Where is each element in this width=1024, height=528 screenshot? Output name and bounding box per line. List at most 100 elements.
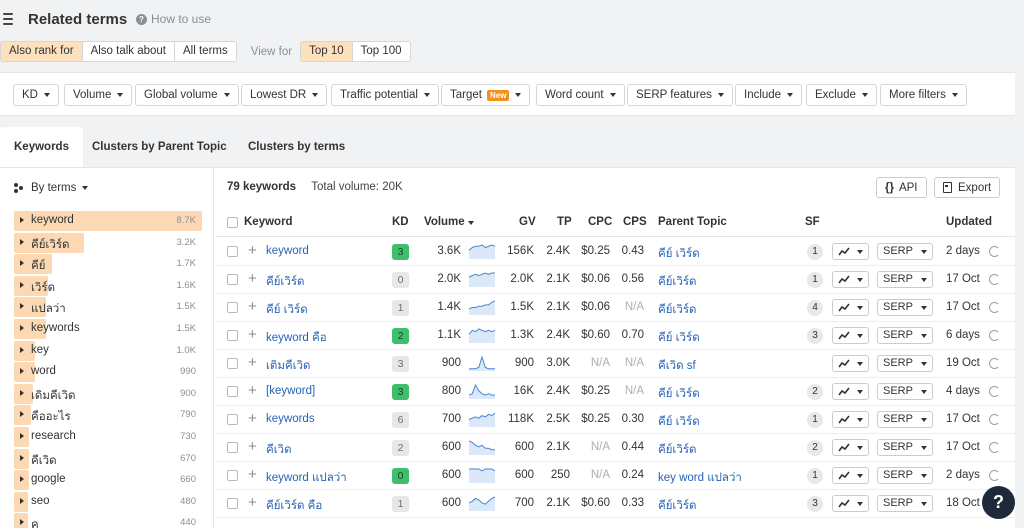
row-checkbox[interactable] [227,358,238,369]
parent-topic-link[interactable]: คีเวิด sf [658,357,696,375]
serp-dropdown[interactable]: SERP [877,439,933,456]
trend-dropdown[interactable] [832,299,869,316]
add-to-list-icon[interactable]: + [248,355,257,370]
serp-dropdown[interactable]: SERP [877,383,933,400]
sidebar-term-item[interactable]: เวิร์ด 1.6K [14,275,202,296]
parent-topic-link[interactable]: คีย์ เวิร์ด [658,413,700,431]
expand-icon[interactable] [20,389,24,396]
kd-filter[interactable]: KD [13,84,59,106]
keyword-link[interactable]: คีย์ เวิร์ด [266,301,308,319]
refresh-icon[interactable] [989,358,1000,369]
keyword-link[interactable]: keyword คือ [266,329,327,347]
serp-dropdown[interactable]: SERP [877,243,933,260]
add-to-list-icon[interactable]: + [248,299,257,314]
sidebar-term-item[interactable]: ค 440 [14,513,202,528]
parent-topic-link[interactable]: key word แปลว่า [658,469,742,487]
row-checkbox[interactable] [227,274,238,285]
sidebar-term-item[interactable]: คีย์ 1.7K [14,254,202,275]
keyword-link[interactable]: คีย์เวิร์ด [266,273,304,291]
menu-icon[interactable] [3,13,13,25]
refresh-icon[interactable] [989,246,1000,257]
sidebar-term-item[interactable]: seo 480 [14,491,202,512]
traffic-potential-filter[interactable]: Traffic potential [331,84,439,106]
serp-features-filter[interactable]: SERP features [627,84,733,106]
word-count-filter[interactable]: Word count [536,84,625,106]
keyword-link[interactable]: คีเวิด [266,441,292,459]
refresh-icon[interactable] [989,274,1000,285]
row-checkbox[interactable] [227,302,238,313]
sidebar-term-item[interactable]: key 1.0K [14,340,202,361]
expand-icon[interactable] [20,325,24,331]
parent-topic-link[interactable]: คีย์เวิร์ด [658,301,696,319]
add-to-list-icon[interactable]: + [248,327,257,342]
expand-icon[interactable] [20,217,24,223]
how-to-use-link[interactable]: ? How to use [136,12,211,26]
serp-dropdown[interactable]: SERP [877,271,933,288]
tab-clusters-terms[interactable]: Clusters by terms [248,127,345,167]
trend-dropdown[interactable] [832,355,869,372]
export-button[interactable]: Export [934,177,1001,198]
row-checkbox[interactable] [227,330,238,341]
trend-dropdown[interactable] [832,383,869,400]
serp-features-count[interactable]: 1 [807,272,823,288]
expand-icon[interactable] [20,411,24,418]
add-to-list-icon[interactable]: + [248,383,257,398]
expand-icon[interactable] [20,281,24,288]
trend-dropdown[interactable] [832,495,869,512]
by-terms-dropdown[interactable]: By terms [14,182,89,194]
col-gv[interactable]: GV [519,216,536,228]
add-to-list-icon[interactable]: + [248,439,257,454]
col-cpc[interactable]: CPC [588,216,612,228]
sidebar-term-item[interactable]: keywords 1.5K [14,319,202,339]
tab-keywords[interactable]: Keywords [0,127,83,167]
keyword-link[interactable]: เติมคีเวิด [266,357,311,375]
serp-dropdown[interactable]: SERP [877,467,933,484]
expand-icon[interactable] [20,519,24,526]
refresh-icon[interactable] [989,414,1000,425]
expand-icon[interactable] [20,497,24,504]
serp-dropdown[interactable]: SERP [877,299,933,316]
mode-also-talk-about[interactable]: Also talk about [83,42,175,61]
expand-icon[interactable] [20,433,24,439]
trend-dropdown[interactable] [832,411,869,428]
include-filter[interactable]: Include [735,84,803,106]
trend-dropdown[interactable] [832,271,869,288]
serp-features-count[interactable]: 1 [807,468,823,484]
lowest-dr-filter[interactable]: Lowest DR [241,84,328,106]
keyword-link[interactable]: คีย์เวิร์ด คือ [266,497,322,515]
global-volume-filter[interactable]: Global volume [135,84,239,106]
sidebar-term-item[interactable]: keyword 8.7K [14,211,202,231]
col-parent-topic[interactable]: Parent Topic [658,216,727,228]
trend-dropdown[interactable] [832,243,869,260]
add-to-list-icon[interactable]: + [248,495,257,510]
keyword-link[interactable]: keywords [266,413,315,425]
volume-filter[interactable]: Volume [64,84,133,106]
select-all-checkbox[interactable] [227,217,238,228]
trend-dropdown[interactable] [832,439,869,456]
refresh-icon[interactable] [989,330,1000,341]
col-kd[interactable]: KD [392,216,409,228]
add-to-list-icon[interactable]: + [248,467,257,482]
sidebar-term-item[interactable]: word 990 [14,362,202,383]
help-button[interactable]: ? [982,486,1015,519]
serp-features-count[interactable]: 1 [807,244,823,260]
row-checkbox[interactable] [227,386,238,397]
refresh-icon[interactable] [989,386,1000,397]
col-cps[interactable]: CPS [623,216,647,228]
trend-dropdown[interactable] [832,467,869,484]
mode-also-rank-for[interactable]: Also rank for [1,42,83,61]
sidebar-term-item[interactable]: คีย์เวิร์ด 3.2K [14,232,202,253]
col-tp[interactable]: TP [557,216,572,228]
serp-dropdown[interactable]: SERP [877,327,933,344]
sidebar-term-item[interactable]: เดิมคีเวิด 900 [14,383,202,404]
sidebar-term-item[interactable]: แปลว่า 1.5K [14,297,202,318]
expand-icon[interactable] [20,454,24,461]
refresh-icon[interactable] [989,470,1000,481]
view-top-100[interactable]: Top 100 [353,42,410,61]
expand-icon[interactable] [20,303,24,310]
keyword-link[interactable]: keyword [266,245,309,257]
row-checkbox[interactable] [227,414,238,425]
expand-icon[interactable] [20,238,24,245]
serp-dropdown[interactable]: SERP [877,495,933,512]
sidebar-term-item[interactable]: google 660 [14,470,202,491]
